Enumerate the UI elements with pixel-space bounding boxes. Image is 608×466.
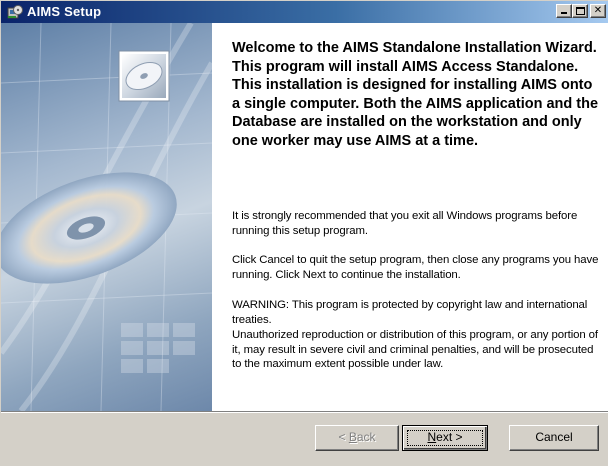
title-bar[interactable]: AIMS Setup ✕: [1, 1, 608, 23]
next-button-label: Next >: [427, 430, 463, 444]
instructions-text: Click Cancel to quit the setup program, …: [232, 254, 599, 281]
legal-text: Unauthorized reproduction or distributio…: [232, 329, 598, 371]
setup-app-icon[interactable]: [7, 4, 23, 20]
window-title: AIMS Setup: [27, 4, 102, 19]
setup-window: AIMS Setup ✕ Welcome to the AIMS Standal…: [0, 0, 608, 466]
warning-text: WARNING: This program is protected by co…: [232, 299, 588, 326]
back-button-label: < Back: [338, 430, 376, 444]
cancel-button[interactable]: Cancel: [509, 425, 599, 451]
minimize-icon[interactable]: [556, 4, 572, 18]
welcome-heading: Welcome to the AIMS Standalone Installat…: [232, 40, 599, 149]
button-separator: [1, 411, 608, 413]
recommendation-text: It is strongly recommended that you exit…: [232, 210, 578, 237]
cancel-button-label: Cancel: [535, 430, 573, 444]
wizard-banner-image: [1, 23, 212, 411]
next-button[interactable]: Next >: [402, 425, 488, 451]
welcome-panel: Welcome to the AIMS Standalone Installat…: [212, 23, 608, 411]
close-icon[interactable]: ✕: [590, 4, 606, 18]
back-button[interactable]: < Back: [315, 425, 399, 451]
maximize-icon[interactable]: [572, 4, 588, 18]
